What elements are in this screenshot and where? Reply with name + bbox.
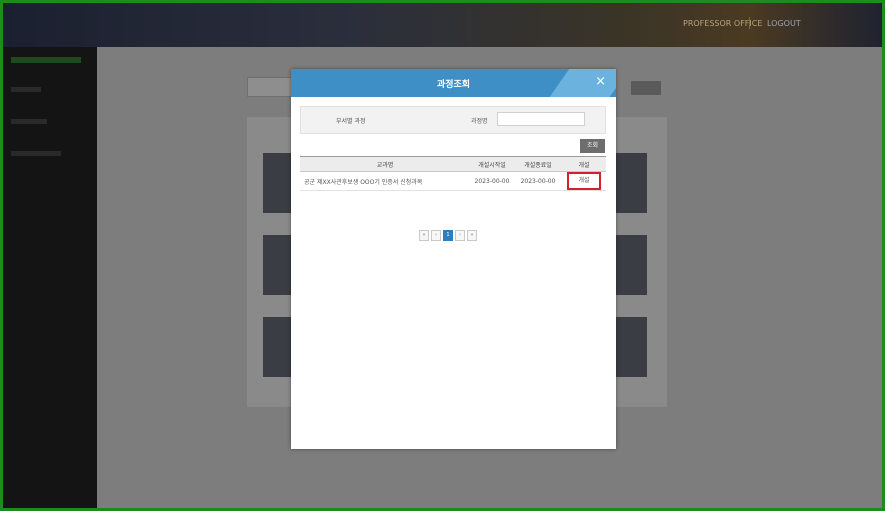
search-button[interactable]: 조회 (580, 139, 605, 153)
top-banner: PROFESSOR OFFICE LOGOUT (3, 3, 882, 47)
filter-row: 부서별 과정 과정명 (300, 106, 606, 134)
modal-header: 과정조회 × (291, 69, 616, 97)
sidebar-item[interactable] (11, 119, 47, 124)
start-date-cell: 2023-00-00 (470, 171, 514, 191)
last-page-button[interactable]: » (467, 230, 477, 241)
table-row: 공군 제XX사관후보생 OOO기 인증서 신청과목 2023-00-00 202… (300, 171, 606, 191)
table-header-row: 교과명 개설시작일 개설종료일 개설 (300, 156, 606, 172)
close-icon[interactable]: × (595, 75, 606, 88)
column-header-end-date: 개설종료일 (514, 156, 562, 172)
modal-title: 과정조회 (436, 80, 471, 90)
course-name-input[interactable] (497, 112, 585, 126)
page-number-button[interactable]: 1 (443, 230, 453, 241)
user-info: PROFESSOR OFFICE (683, 19, 763, 28)
course-table: 교과명 개설시작일 개설종료일 개설 공군 제XX사관후보생 OOO기 인증서 … (300, 156, 606, 191)
course-lookup-modal: 과정조회 × 부서별 과정 과정명 조회 교과명 개설시작일 개설종료일 개설 … (291, 69, 616, 449)
course-name-label: 과정명 (471, 118, 488, 125)
sidebar-item[interactable] (11, 87, 41, 92)
header-divider (749, 17, 750, 29)
course-name-cell: 공군 제XX사관후보생 OOO기 인증서 신청과목 (300, 171, 470, 191)
end-date-cell: 2023-00-00 (514, 171, 562, 191)
next-page-button[interactable]: › (455, 230, 465, 241)
prev-page-button[interactable]: ‹ (431, 230, 441, 241)
first-page-button[interactable]: « (419, 230, 429, 241)
sidebar-item-active[interactable] (11, 57, 81, 63)
column-header-start-date: 개설시작일 (470, 156, 514, 172)
background-search-button (631, 81, 661, 95)
column-header-course-name: 교과명 (300, 156, 470, 172)
filter-label: 부서별 과정 (336, 118, 366, 125)
open-course-button[interactable]: 개설 (567, 172, 601, 190)
sidebar (3, 47, 97, 508)
logout-link[interactable]: LOGOUT (767, 19, 801, 28)
pagination: « ‹ 1 › » (419, 230, 477, 241)
screenshot-frame: PROFESSOR OFFICE LOGOUT 과정조회 × 부서별 과정 과정… (0, 0, 885, 511)
action-cell: 개설 (562, 171, 606, 191)
column-header-action: 개설 (562, 156, 606, 172)
sidebar-item[interactable] (11, 151, 61, 156)
